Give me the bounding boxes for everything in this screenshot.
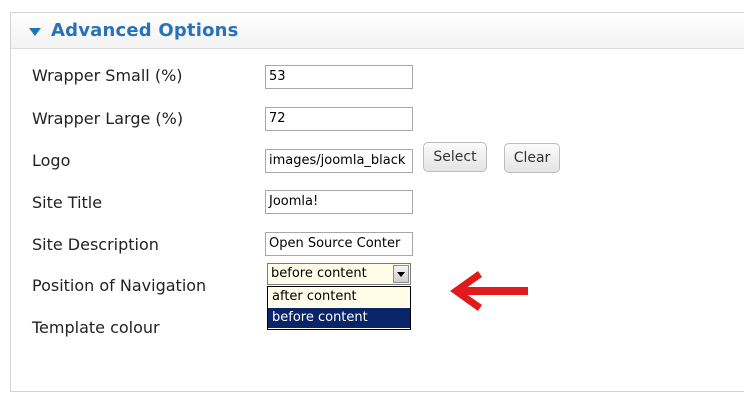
nav-position-selected-value: before content — [271, 266, 367, 281]
template-colour-label: Template colour — [32, 318, 160, 337]
wrapper-small-input[interactable]: 53 — [265, 65, 413, 89]
chevron-down-icon — [397, 272, 405, 277]
logo-input[interactable]: images/joomla_black — [265, 149, 413, 173]
site-description-input[interactable]: Open Source Conter — [265, 232, 413, 256]
nav-position-select[interactable]: before content — [267, 263, 411, 285]
wrapper-small-label: Wrapper Small (%) — [32, 66, 183, 85]
panel-title[interactable]: Advanced Options — [51, 20, 239, 41]
site-title-input[interactable]: Joomla! — [265, 190, 413, 214]
nav-position-label: Position of Navigation — [32, 276, 207, 295]
wrapper-large-input[interactable]: 72 — [265, 107, 413, 131]
option-after-content[interactable]: after content — [268, 287, 410, 307]
collapse-triangle-icon[interactable] — [29, 28, 41, 36]
panel-header[interactable]: Advanced Options — [11, 13, 744, 49]
wrapper-large-label: Wrapper Large (%) — [32, 109, 184, 128]
select-button[interactable]: Select — [423, 142, 487, 172]
red-left-arrow-icon — [450, 271, 528, 311]
clear-button[interactable]: Clear — [504, 143, 560, 173]
site-description-label: Site Description — [32, 235, 159, 254]
option-before-content[interactable]: before content — [268, 308, 410, 328]
site-title-label: Site Title — [32, 193, 103, 212]
logo-label: Logo — [32, 151, 71, 170]
nav-position-dropdown-list: after content before content — [267, 286, 411, 330]
dropdown-button[interactable] — [393, 265, 409, 283]
